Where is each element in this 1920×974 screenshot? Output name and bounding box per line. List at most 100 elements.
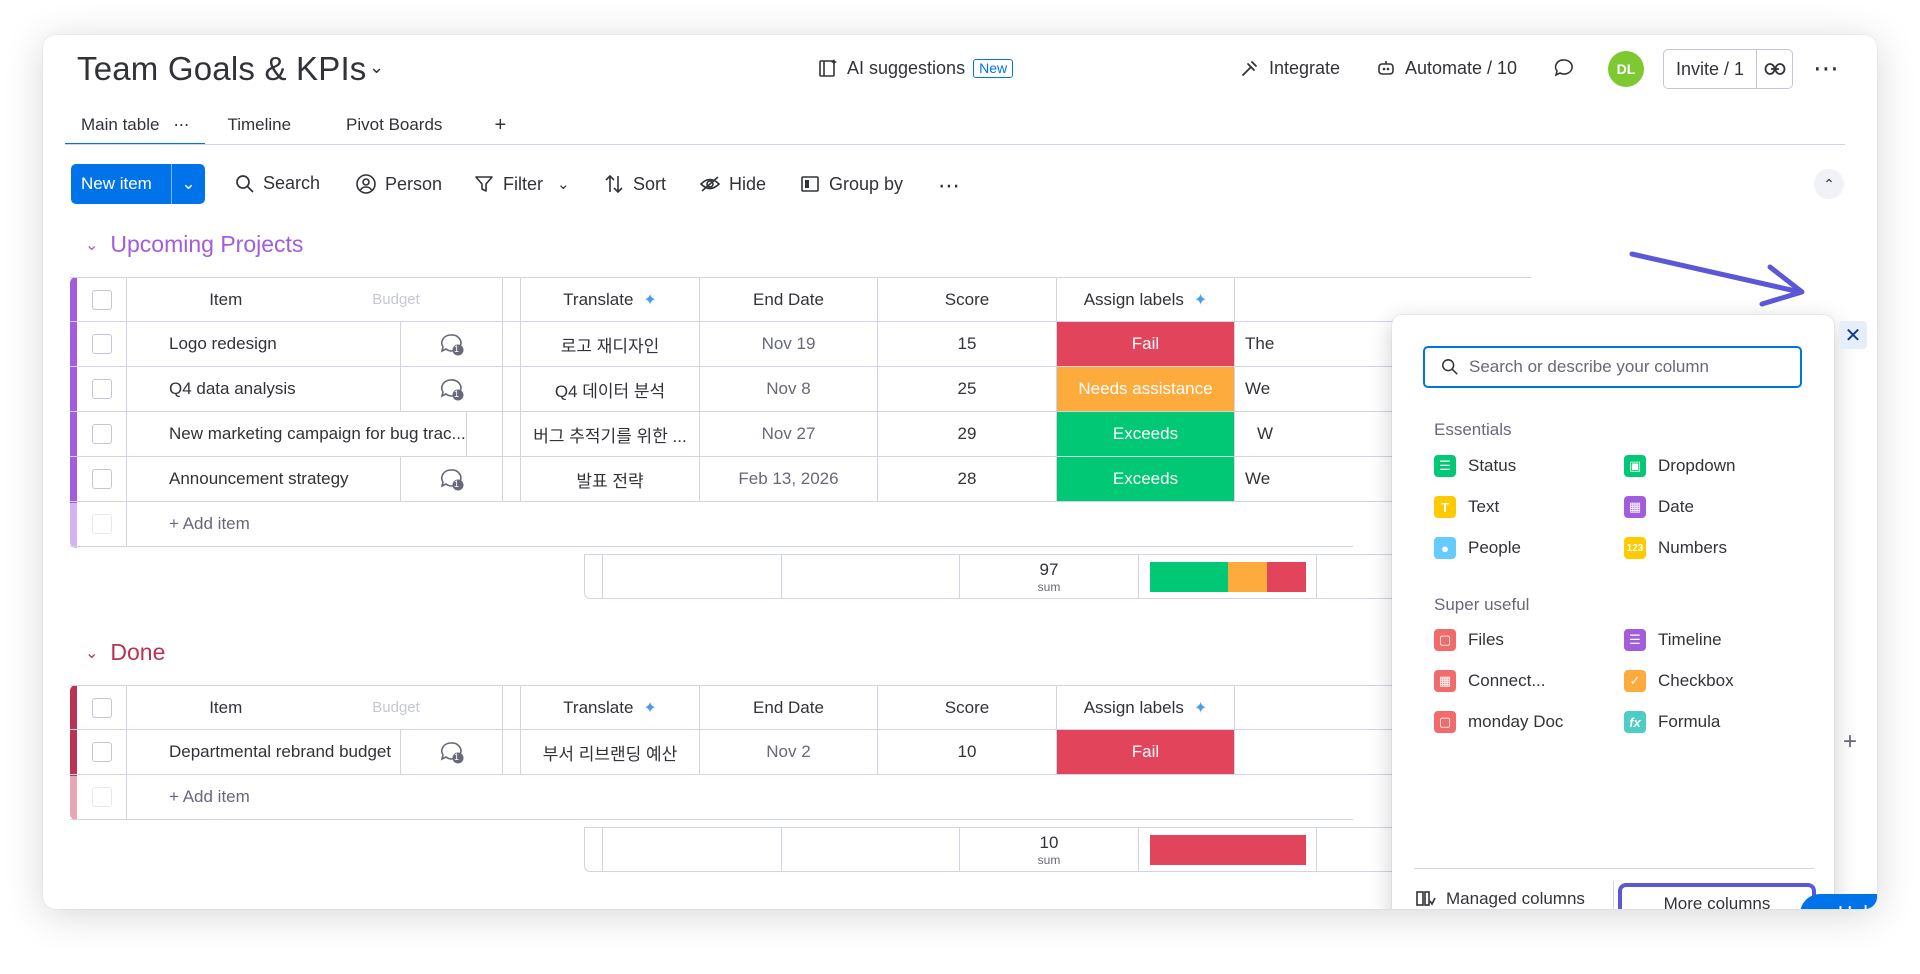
column-header-item[interactable]: Item Budget: [127, 686, 503, 729]
chevron-down-icon[interactable]: ⌄: [171, 164, 205, 204]
invite-button[interactable]: Invite / 1: [1664, 50, 1758, 88]
end-date-cell[interactable]: Feb 13, 2026: [700, 457, 878, 501]
hide-button[interactable]: Hide: [699, 173, 766, 195]
sort-button[interactable]: Sort: [603, 173, 666, 195]
score-sum[interactable]: 10 sum: [960, 828, 1139, 871]
item-name[interactable]: Announcement strategy: [169, 469, 349, 489]
add-item-row[interactable]: + Add item: [70, 775, 1353, 820]
column-type-people[interactable]: ● People: [1434, 537, 1521, 559]
item-cell[interactable]: Logo redesign 1: [127, 322, 503, 366]
label-distribution[interactable]: [1139, 828, 1317, 871]
item-name[interactable]: Q4 data analysis: [169, 379, 296, 399]
updates-icon[interactable]: 1: [400, 322, 502, 366]
column-type-files[interactable]: ▢ Files: [1434, 629, 1504, 651]
toolbar-more-icon[interactable]: ⋯: [938, 173, 960, 199]
more-options-icon[interactable]: ⋯: [1813, 53, 1840, 84]
chevron-down-icon[interactable]: ⌄: [557, 175, 570, 193]
tab-timeline[interactable]: Timeline: [211, 105, 307, 145]
column-type-connect[interactable]: ▦ Connect...: [1434, 670, 1546, 692]
translate-cell[interactable]: 부서 리브랜딩 예산: [521, 730, 700, 774]
column-header-end-date[interactable]: End Date: [700, 278, 878, 321]
group-header[interactable]: ⌄ Done: [85, 639, 165, 666]
row-checkbox[interactable]: [91, 334, 112, 354]
add-item-button[interactable]: + Add item: [127, 502, 1353, 546]
item-cell[interactable]: Departmental rebrand budget 1: [127, 730, 503, 774]
add-item-button[interactable]: + Add item: [127, 775, 1353, 819]
tab-pivot-boards[interactable]: Pivot Boards: [330, 105, 458, 145]
column-type-timeline[interactable]: ☰ Timeline: [1624, 629, 1722, 651]
end-date-cell[interactable]: Nov 8: [700, 367, 878, 411]
new-item-button[interactable]: New item ⌄: [71, 164, 205, 204]
column-header-assign-labels[interactable]: Assign labels ✦: [1057, 278, 1235, 321]
tab-main-table[interactable]: Main table ⋯: [65, 105, 206, 145]
column-type-checkbox[interactable]: ✓ Checkbox: [1624, 670, 1734, 692]
item-cell[interactable]: New marketing campaign for bug trac...1: [127, 412, 503, 456]
tab-options-icon[interactable]: ⋯: [173, 115, 189, 135]
collapse-header-icon[interactable]: ⌃: [1814, 169, 1844, 199]
row-checkbox[interactable]: [91, 469, 112, 489]
more-columns-button[interactable]: More columns: [1618, 883, 1816, 909]
group-title[interactable]: Done: [110, 639, 165, 666]
updates-button[interactable]: [1553, 57, 1575, 79]
group-by-button[interactable]: Group by: [799, 173, 903, 195]
item-name[interactable]: Logo redesign: [169, 334, 277, 354]
person-filter-button[interactable]: Person: [355, 173, 442, 195]
column-type-numbers[interactable]: 123 Numbers: [1624, 537, 1727, 559]
end-date-cell[interactable]: Nov 27: [700, 412, 878, 456]
table-row[interactable]: New marketing campaign for bug trac...1 …: [70, 412, 1531, 457]
updates-icon[interactable]: 1: [400, 457, 502, 501]
status-label[interactable]: Needs assistance: [1057, 367, 1235, 411]
score-cell[interactable]: 10: [878, 730, 1057, 774]
group-title[interactable]: Upcoming Projects: [110, 231, 303, 258]
column-header-end-date[interactable]: End Date: [700, 686, 878, 729]
score-cell[interactable]: 25: [878, 367, 1057, 411]
column-header-item[interactable]: Item Budget: [127, 278, 503, 321]
translate-cell[interactable]: 버그 추적기를 위한 ...: [521, 412, 700, 456]
score-cell[interactable]: 15: [878, 322, 1057, 366]
table-row[interactable]: Q4 data analysis 1 Q4 데이터 분석 Nov 8 25 Nee…: [70, 367, 1531, 412]
status-label[interactable]: Fail: [1057, 730, 1235, 774]
add-view-icon[interactable]: +: [478, 105, 522, 145]
translate-cell[interactable]: 로고 재디자인: [521, 322, 700, 366]
item-name[interactable]: New marketing campaign for bug trac...: [169, 424, 466, 444]
row-checkbox[interactable]: [91, 424, 112, 444]
close-icon[interactable]: ✕: [1839, 321, 1867, 349]
column-type-dropdown[interactable]: ▣ Dropdown: [1624, 455, 1736, 477]
search-button[interactable]: Search: [235, 173, 320, 194]
select-all-checkbox[interactable]: [91, 697, 112, 718]
end-date-cell[interactable]: Nov 2: [700, 730, 878, 774]
score-cell[interactable]: 29: [878, 412, 1057, 456]
table-row[interactable]: Announcement strategy 1 발표 전략 Feb 13, 202…: [70, 457, 1531, 502]
add-column-icon[interactable]: +: [1843, 728, 1857, 756]
integrate-button[interactable]: Integrate: [1239, 57, 1340, 79]
column-type-formula[interactable]: fx Formula: [1624, 711, 1720, 733]
status-label[interactable]: Exceeds: [1057, 412, 1235, 456]
board-title[interactable]: Team Goals & KPIs: [77, 50, 367, 88]
status-label[interactable]: Fail: [1057, 322, 1235, 366]
table-row[interactable]: Logo redesign 1 로고 재디자인 Nov 19 15 Fail Th…: [70, 322, 1531, 367]
status-label[interactable]: Exceeds: [1057, 457, 1235, 501]
table-row[interactable]: Departmental rebrand budget 1 부서 리브랜딩 예산 …: [70, 730, 1531, 775]
end-date-cell[interactable]: Nov 19: [700, 322, 878, 366]
updates-icon[interactable]: 1: [465, 412, 502, 456]
column-type-status[interactable]: ☰ Status: [1434, 455, 1516, 477]
item-name[interactable]: Departmental rebrand budget: [169, 742, 391, 762]
column-header-score[interactable]: Score: [878, 278, 1057, 321]
score-cell[interactable]: 28: [878, 457, 1057, 501]
row-checkbox[interactable]: [91, 379, 112, 399]
ai-suggestions-button[interactable]: AI suggestions New: [817, 57, 1014, 79]
copy-link-icon[interactable]: [1757, 62, 1792, 76]
label-distribution[interactable]: [1139, 555, 1317, 598]
column-type-text[interactable]: T Text: [1434, 496, 1499, 518]
score-sum[interactable]: 97 sum: [960, 555, 1139, 598]
item-cell[interactable]: Q4 data analysis 1: [127, 367, 503, 411]
add-item-row[interactable]: + Add item: [70, 502, 1353, 547]
column-header-translate[interactable]: Translate ✦: [521, 278, 700, 321]
avatar[interactable]: DL: [1608, 51, 1644, 87]
column-type-monday-doc[interactable]: ▢ monday Doc: [1434, 711, 1563, 733]
column-header-translate[interactable]: Translate ✦: [521, 686, 700, 729]
managed-columns-button[interactable]: Managed columns: [1416, 889, 1585, 909]
updates-icon[interactable]: 1: [400, 730, 502, 774]
translate-cell[interactable]: 발표 전략: [521, 457, 700, 501]
item-cell[interactable]: Announcement strategy 1: [127, 457, 503, 501]
